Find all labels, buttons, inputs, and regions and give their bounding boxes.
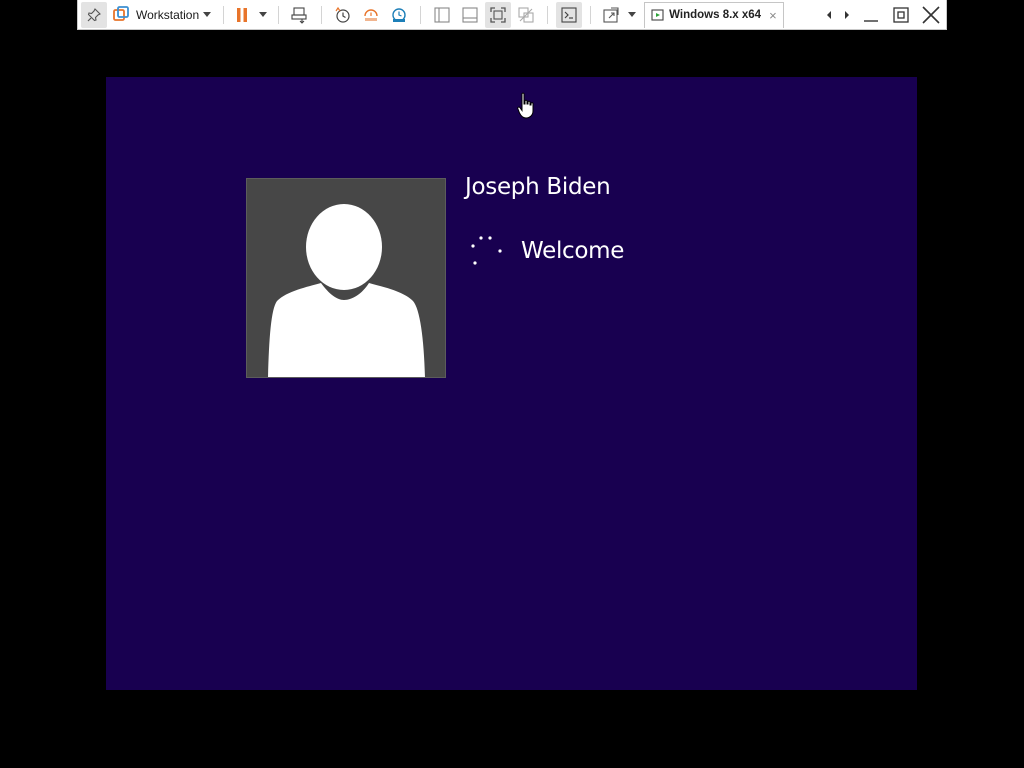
view-thumbnail-icon <box>462 6 478 23</box>
restore-button[interactable] <box>886 2 916 28</box>
toolbar-separator <box>590 5 592 24</box>
close-tab-icon[interactable]: × <box>769 8 777 23</box>
send-ctrl-alt-del-icon <box>291 6 307 24</box>
toolbar-separator <box>223 5 225 24</box>
full-screen-button[interactable] <box>485 1 512 28</box>
loading-spinner-icon <box>471 236 502 265</box>
pause-icon <box>237 7 248 22</box>
chevron-down-icon[interactable] <box>259 12 268 17</box>
toolbar-separator <box>420 5 422 24</box>
snapshot-revert-icon <box>364 8 378 21</box>
take-snapshot-button[interactable] <box>330 2 356 28</box>
chevron-down-icon[interactable] <box>628 12 637 17</box>
pause-button[interactable] <box>232 2 270 28</box>
view-sidebar-icon <box>434 6 450 23</box>
snapshot-manager-icon <box>392 7 406 22</box>
snapshot-manager-button[interactable] <box>386 2 412 28</box>
guest-screen[interactable]: Joseph Biden Welcome <box>106 77 917 690</box>
console-view-icon <box>561 6 577 23</box>
tab-prev-icon <box>827 10 831 19</box>
tab-scroll-left-button[interactable] <box>821 2 837 28</box>
toolbar-separator <box>547 5 549 24</box>
minimize-icon <box>864 19 878 22</box>
chevron-down-icon <box>203 12 212 17</box>
tab-next-icon <box>845 10 849 19</box>
hand-cursor-icon <box>517 92 534 119</box>
user-name: Joseph Biden <box>465 174 611 200</box>
close-window-icon <box>922 5 940 24</box>
library-menu-button[interactable]: Workstation <box>109 2 215 28</box>
restore-icon <box>893 6 909 23</box>
pin-toolbar-button[interactable] <box>81 1 107 28</box>
revert-snapshot-button[interactable] <box>358 2 384 28</box>
vm-tab-label: Windows 8.x x64 <box>669 9 762 21</box>
tab-scroll-right-button[interactable] <box>839 2 855 28</box>
stretch-guest-icon <box>603 6 619 23</box>
user-avatar <box>246 178 446 378</box>
welcome-status: Welcome <box>521 238 625 264</box>
toolbar-separator <box>278 5 280 24</box>
close-window-button[interactable] <box>916 2 946 28</box>
vm-running-icon <box>651 9 664 21</box>
snapshot-take-icon <box>335 6 350 23</box>
tab-windows-vm[interactable]: Windows 8.x x64 × <box>644 1 784 28</box>
default-user-avatar-icon <box>268 204 425 377</box>
send-ctrl-alt-del-button[interactable] <box>287 2 313 28</box>
stretch-guest-button[interactable] <box>599 2 639 28</box>
console-view-button[interactable] <box>556 1 583 28</box>
pin-icon <box>87 7 101 21</box>
minimize-button[interactable] <box>856 2 886 28</box>
workstation-label: Workstation <box>136 7 200 22</box>
full-screen-icon <box>490 6 506 23</box>
vmware-toolbar: Workstation Windows 8.x x64 × <box>77 0 947 30</box>
unity-button[interactable] <box>513 2 539 28</box>
unity-icon <box>518 6 534 23</box>
toolbar-separator <box>321 5 323 24</box>
show-library-button[interactable] <box>429 2 455 28</box>
show-thumbnail-bar-button[interactable] <box>457 2 483 28</box>
workstation-logo-icon <box>113 6 129 21</box>
